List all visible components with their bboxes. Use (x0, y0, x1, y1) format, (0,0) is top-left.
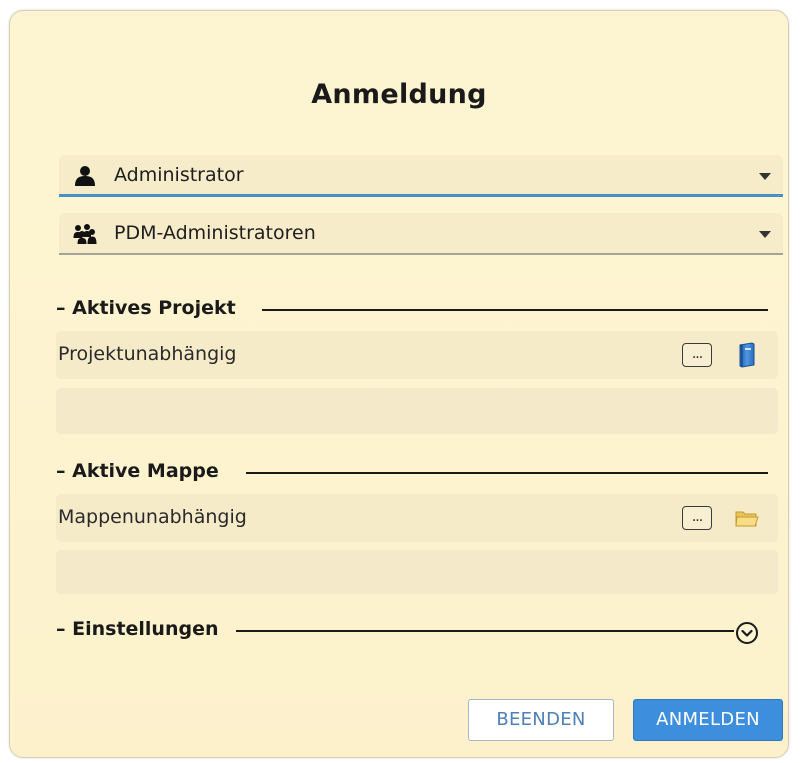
project-section-label: – Aktives Projekt (56, 297, 236, 319)
browse-project-label: ... (691, 346, 703, 362)
user-group-icon (73, 224, 97, 244)
folder-field[interactable]: Mappenunabhängig ... (56, 494, 778, 542)
user-icon (75, 166, 95, 186)
browse-project-button[interactable]: ... (682, 343, 712, 367)
chevron-down-icon[interactable] (759, 173, 771, 180)
folder-field-value: Mappenunabhängig (58, 506, 247, 528)
folder-icon[interactable] (734, 505, 760, 531)
section-divider (262, 309, 768, 311)
login-button[interactable]: ANMELDEN (633, 699, 783, 741)
settings-section-header: – Einstellungen (56, 618, 768, 642)
login-dialog: Anmeldung Administrator PDM-Administrato… (9, 10, 789, 758)
project-section-header: – Aktives Projekt (56, 297, 768, 321)
chevron-down-icon[interactable] (759, 231, 771, 238)
settings-section-label: – Einstellungen (56, 618, 219, 640)
settings-expand-button[interactable] (736, 622, 758, 644)
folder-extra-field (56, 550, 778, 594)
dialog-title: Anmeldung (311, 79, 487, 110)
folder-section-label: – Aktive Mappe (56, 460, 219, 482)
user-dropdown[interactable]: Administrator (59, 155, 783, 197)
section-divider (246, 472, 768, 474)
browse-folder-button[interactable]: ... (682, 506, 712, 530)
browse-folder-label: ... (691, 509, 703, 525)
group-dropdown-value: PDM-Administratoren (114, 222, 316, 244)
project-field[interactable]: Projektunabhängig ... (56, 331, 778, 379)
cancel-button[interactable]: BEENDEN (468, 699, 614, 741)
group-dropdown[interactable]: PDM-Administratoren (59, 213, 783, 255)
project-book-icon[interactable] (734, 342, 760, 368)
user-dropdown-value: Administrator (114, 164, 244, 186)
chevron-down-circle-icon (741, 629, 753, 637)
section-divider (236, 630, 734, 632)
folder-section-header: – Aktive Mappe (56, 460, 768, 484)
project-field-value: Projektunabhängig (58, 343, 237, 365)
project-extra-field (56, 388, 778, 434)
